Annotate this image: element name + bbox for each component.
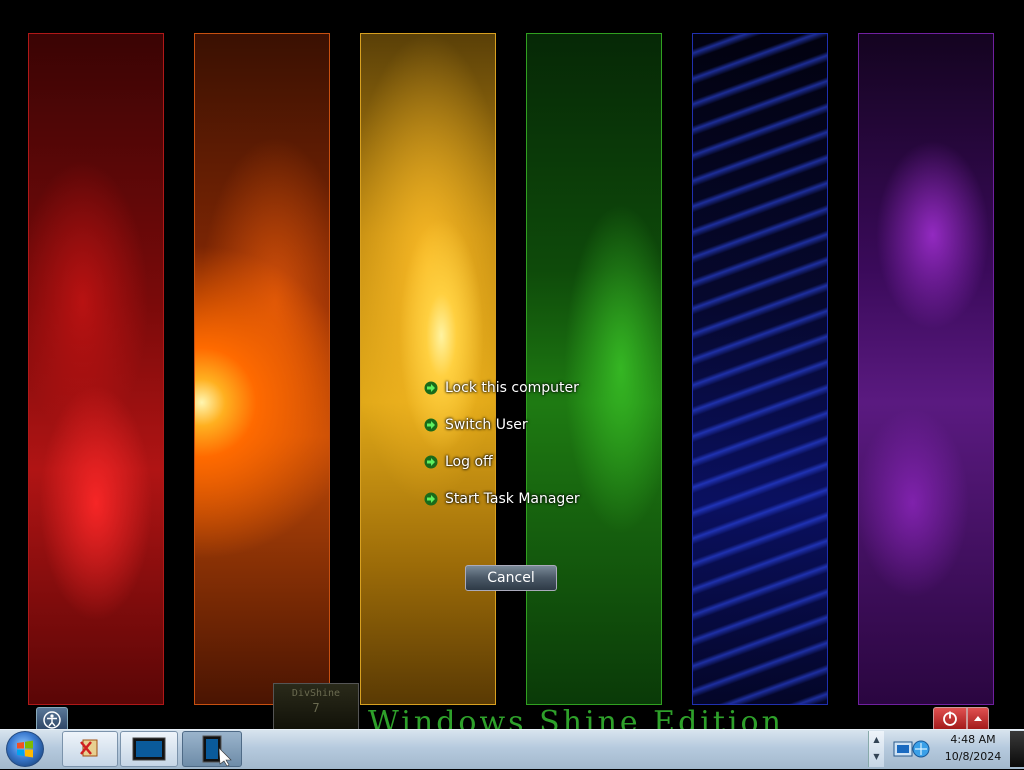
start-button[interactable]: [6, 731, 44, 767]
lock-computer-option[interactable]: Lock this computer: [424, 378, 644, 398]
window-icon: [202, 735, 232, 767]
power-icon: [943, 711, 957, 726]
tray-scroll-buttons[interactable]: ▲ ▼: [868, 731, 884, 767]
brand-logo-box: DivShine 7: [273, 683, 359, 731]
green-arrow-icon: [424, 492, 438, 506]
wallpaper-panel-green: [526, 33, 662, 705]
brand-logo-text: DivShine: [291, 688, 341, 699]
monitor-icon: [132, 737, 166, 761]
taskbar-button-app2[interactable]: [120, 731, 178, 767]
network-icon[interactable]: [890, 733, 932, 765]
app-shortcut-icon: [80, 739, 98, 757]
taskbar-button-app1[interactable]: [62, 731, 118, 767]
log-off-option[interactable]: Log off: [424, 452, 644, 472]
security-options-menu: Lock this computer Switch User Log off S…: [424, 378, 644, 526]
taskbar-button-app3[interactable]: [182, 731, 242, 767]
shutdown-button[interactable]: [933, 707, 967, 731]
log-off-label: Log off: [445, 454, 493, 470]
switch-user-label: Switch User: [445, 417, 528, 433]
green-arrow-icon: [424, 381, 438, 395]
show-desktop-button[interactable]: [1010, 731, 1024, 767]
cancel-button[interactable]: Cancel: [465, 565, 557, 591]
wallpaper-panel-red: [28, 33, 164, 705]
clock-date: 10/8/2024: [944, 750, 1002, 763]
switch-user-option[interactable]: Switch User: [424, 415, 644, 435]
edition-banner: Windows Shine Edition: [368, 705, 784, 730]
wallpaper-panel-orange: [194, 33, 330, 705]
chevron-down-icon[interactable]: ▼: [869, 748, 884, 765]
wallpaper-panel-purple: [858, 33, 994, 705]
chevron-up-icon[interactable]: ▲: [869, 731, 884, 748]
wallpaper-panel-yellow: [360, 33, 496, 705]
triangle-up-icon: [974, 716, 982, 721]
lock-computer-label: Lock this computer: [445, 380, 579, 396]
shutdown-options-button[interactable]: [967, 707, 989, 731]
wallpaper-panel-blue: [692, 33, 828, 705]
green-arrow-icon: [424, 455, 438, 469]
brand-logo-number: 7: [312, 701, 320, 715]
clock-time: 4:48 AM: [950, 733, 996, 746]
start-task-manager-option[interactable]: Start Task Manager: [424, 489, 644, 509]
windows-start-orb: [17, 740, 33, 758]
green-arrow-icon: [424, 418, 438, 432]
system-clock[interactable]: 4:48 AM 10/8/2024: [940, 731, 1006, 767]
start-task-manager-label: Start Task Manager: [445, 491, 580, 507]
